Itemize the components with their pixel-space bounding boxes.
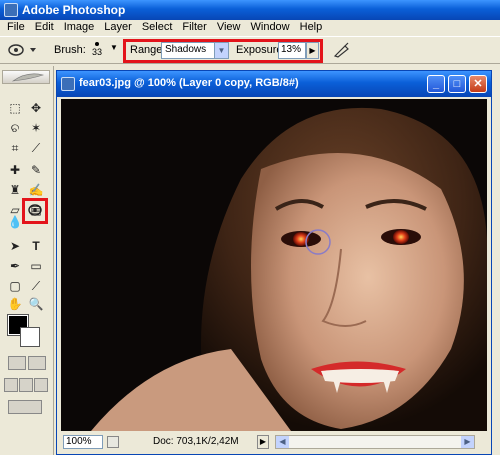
portrait-photo (61, 99, 487, 431)
document-size-info: Doc: 703,1K/2,42M (153, 436, 239, 447)
menu-help[interactable]: Help (295, 20, 328, 36)
feather-icon (11, 73, 45, 82)
brush-picker[interactable]: 33 (86, 39, 108, 61)
document-icon (61, 77, 75, 91)
screen-mode-full-button[interactable] (34, 378, 48, 392)
menu-layer[interactable]: Layer (99, 20, 137, 36)
app-title-bar: Adobe Photoshop (0, 0, 500, 20)
magic-wand-tool-icon[interactable]: ✶ (27, 120, 45, 136)
scroll-right-icon[interactable]: ▶ (461, 436, 474, 448)
range-select[interactable]: Shadows ▼ (161, 42, 229, 59)
document-title-bar[interactable]: fear03.jpg @ 100% (Layer 0 copy, RGB/8#)… (57, 71, 491, 97)
burn-tool-icon (28, 204, 42, 216)
horizontal-scrollbar[interactable]: ◀ ▶ (275, 435, 475, 449)
toolbox: ⬚ ✥ ଚ ✶ ⌗ ⟋ ✚ ✎ ♜ ✍ ▱ ▤ 💧 ➤ T ✒ ▭ ▢ ⟋ ✋ … (0, 66, 54, 455)
menu-window[interactable]: Window (246, 20, 295, 36)
toolbox-header[interactable] (2, 70, 50, 84)
tool-options-bar: Brush: 33 ▼ Range: Shadows ▼ Exposure: 1… (0, 36, 500, 64)
close-button[interactable]: ✕ (469, 75, 487, 93)
pen-tool-icon[interactable]: ✒ (6, 258, 24, 274)
burn-tool-icon (8, 44, 36, 56)
minimize-button[interactable]: _ (427, 75, 445, 93)
brush-size: 33 (91, 47, 102, 57)
image-canvas[interactable] (61, 99, 487, 431)
scroll-left-icon[interactable]: ◀ (276, 436, 289, 448)
menu-file[interactable]: File (2, 20, 30, 36)
menu-image[interactable]: Image (59, 20, 100, 36)
background-color-swatch[interactable] (20, 327, 40, 347)
lasso-tool-icon[interactable]: ଚ (6, 120, 24, 136)
zoom-field[interactable]: 100% (63, 435, 103, 449)
slice-tool-icon[interactable]: ⟋ (27, 140, 45, 156)
photoshop-logo-icon (4, 3, 18, 17)
screen-mode-standard-button[interactable] (4, 378, 18, 392)
maximize-button[interactable]: □ (448, 75, 466, 93)
eyedropper-tool-icon[interactable]: ⟋ (27, 278, 45, 294)
burn-tool-button[interactable] (26, 202, 44, 218)
status-menu-arrow-icon[interactable]: ▶ (257, 435, 269, 449)
history-brush-tool-icon[interactable]: ✍ (27, 182, 45, 198)
type-tool-icon[interactable]: T (27, 238, 45, 254)
menu-bar: File Edit Image Layer Select Filter View… (0, 20, 500, 36)
airbrush-toggle[interactable] (332, 41, 350, 59)
document-window: fear03.jpg @ 100% (Layer 0 copy, RGB/8#)… (56, 70, 492, 455)
screen-mode-menu-button[interactable] (19, 378, 33, 392)
status-bar: 100% Doc: 703,1K/2,42M ▶ ◀ ▶ (61, 433, 487, 451)
airbrush-icon (333, 42, 349, 58)
exposure-slider-button[interactable]: ▶ (306, 42, 319, 59)
standard-mode-button[interactable] (8, 356, 26, 370)
jump-to-imageready-button[interactable] (8, 400, 42, 414)
menu-edit[interactable]: Edit (30, 20, 59, 36)
brush-tip-icon (95, 42, 99, 46)
zoom-tool-icon[interactable]: 🔍 (27, 296, 45, 312)
path-selection-tool-icon[interactable]: ➤ (6, 238, 24, 254)
app-title: Adobe Photoshop (22, 3, 126, 17)
marquee-tool-icon[interactable]: ⬚ (6, 100, 24, 116)
crop-tool-icon[interactable]: ⌗ (6, 140, 24, 156)
range-value: Shadows (165, 44, 207, 55)
brush-tool-icon[interactable]: ✎ (27, 162, 45, 178)
status-icon[interactable] (107, 436, 119, 448)
tool-preset-picker[interactable] (6, 41, 38, 59)
exposure-field[interactable]: 13% (278, 42, 306, 59)
notes-tool-icon[interactable]: ▢ (6, 278, 24, 294)
chevron-down-icon: ▼ (214, 43, 228, 58)
menu-select[interactable]: Select (137, 20, 178, 36)
menu-view[interactable]: View (212, 20, 246, 36)
document-title: fear03.jpg @ 100% (Layer 0 copy, RGB/8#) (79, 77, 299, 89)
move-tool-icon[interactable]: ✥ (27, 100, 45, 116)
clone-stamp-tool-icon[interactable]: ♜ (6, 182, 24, 198)
hand-tool-icon[interactable]: ✋ (6, 296, 24, 312)
menu-filter[interactable]: Filter (177, 20, 211, 36)
healing-brush-tool-icon[interactable]: ✚ (6, 162, 24, 178)
chevron-down-icon[interactable]: ▼ (110, 43, 118, 52)
quick-mask-button[interactable] (28, 356, 46, 370)
brush-label: Brush: (54, 44, 86, 56)
shape-tool-icon[interactable]: ▭ (27, 258, 45, 274)
